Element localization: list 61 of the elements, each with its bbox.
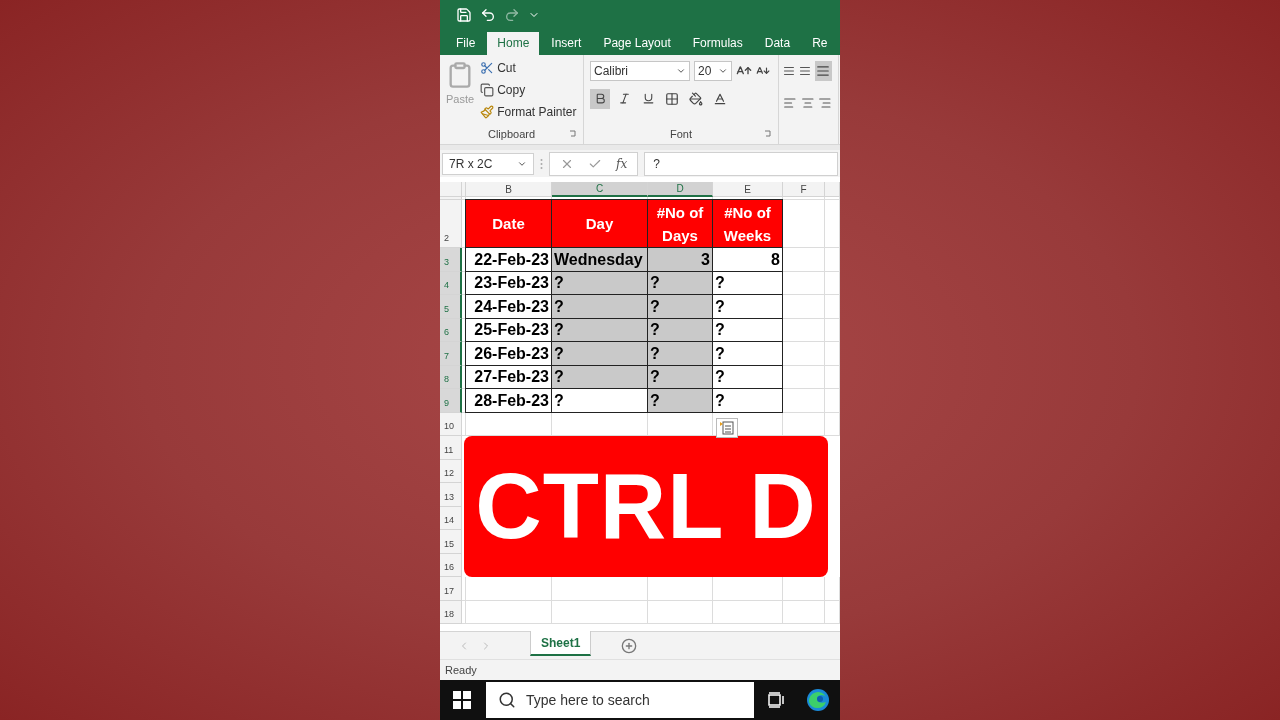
ribbon-tab[interactable]: Re	[802, 31, 838, 55]
row-header[interactable]: 18	[440, 600, 462, 625]
row-header[interactable]: 3	[440, 248, 462, 272]
column-header[interactable]: B	[466, 182, 552, 198]
column-header[interactable]: D	[648, 182, 713, 198]
ribbon-tab[interactable]: Page Layout	[593, 31, 681, 55]
ribbon-tab[interactable]: Data	[754, 31, 801, 55]
row-header[interactable]: 11	[440, 436, 462, 460]
row-header[interactable]: 8	[440, 365, 462, 390]
row-header[interactable]: 6	[440, 318, 462, 343]
table-cell: ?	[712, 294, 783, 319]
row-header[interactable]: 2	[440, 200, 462, 249]
row-header[interactable]: 9	[440, 389, 462, 413]
column-header[interactable]: F	[783, 182, 825, 198]
row-header[interactable]: 14	[440, 506, 462, 531]
row-header[interactable]: 5	[440, 295, 462, 319]
sheet-tab[interactable]: Sheet1	[530, 631, 592, 657]
table-cell: Wednesday	[551, 247, 648, 272]
table-cell: ?	[647, 388, 713, 413]
copy-button[interactable]: Copy	[480, 80, 577, 100]
taskbar-search-field[interactable]: Type here to search	[486, 682, 754, 719]
row-header[interactable]: 7	[440, 342, 462, 366]
table-cell: 3	[647, 247, 713, 272]
column-header[interactable]: E	[713, 182, 783, 198]
table-cell: 26-Feb-23	[465, 341, 552, 366]
table-cell: ?	[647, 341, 713, 366]
row-header[interactable]: 17	[440, 577, 462, 601]
name-box[interactable]: 7R x 2C	[442, 152, 534, 175]
table-cell: ?	[551, 294, 648, 319]
row-header[interactable]: 13	[440, 483, 462, 507]
table-cell: 28-Feb-23	[465, 388, 552, 413]
ribbon-tab[interactable]: Insert	[541, 31, 592, 55]
font-name-field[interactable]: Calibri	[590, 60, 690, 81]
format-painter-button[interactable]: Format Painter	[480, 102, 577, 122]
ribbon-tab[interactable]: Home	[487, 31, 540, 55]
row-header[interactable]: 4	[440, 271, 462, 296]
table-cell: ?	[551, 341, 648, 366]
formula-field[interactable]: ?	[644, 151, 838, 176]
table-cell: ?	[712, 388, 783, 413]
header-cell: Day	[551, 199, 648, 249]
table-cell: 22-Feb-23	[465, 247, 552, 272]
table-cell: ?	[712, 341, 783, 366]
column-header[interactable]: C	[552, 182, 648, 198]
row-header[interactable]: 16	[440, 553, 462, 578]
row-header[interactable]: 15	[440, 530, 462, 554]
table-cell: ?	[647, 294, 713, 319]
ribbon-tab[interactable]: File	[446, 31, 486, 55]
row-header[interactable]: 10	[440, 412, 462, 437]
group-label: Clipboard	[487, 128, 536, 141]
status-text: Ready	[445, 664, 477, 677]
shortcut-banner: CTRL D	[464, 436, 828, 578]
font-size-field[interactable]: 20	[694, 60, 732, 81]
row-header[interactable]: 12	[440, 459, 462, 484]
header-cell: Date	[465, 199, 552, 249]
cut-button[interactable]: Cut	[480, 58, 577, 78]
header-cell: #No of Weeks	[712, 199, 783, 249]
group-label: Font	[670, 128, 692, 141]
insert-function-button[interactable]: fx	[616, 156, 628, 171]
table-cell: 24-Feb-23	[465, 294, 552, 319]
header-cell: #No of Days	[647, 199, 713, 249]
ribbon-tab[interactable]: Formulas	[682, 31, 753, 55]
